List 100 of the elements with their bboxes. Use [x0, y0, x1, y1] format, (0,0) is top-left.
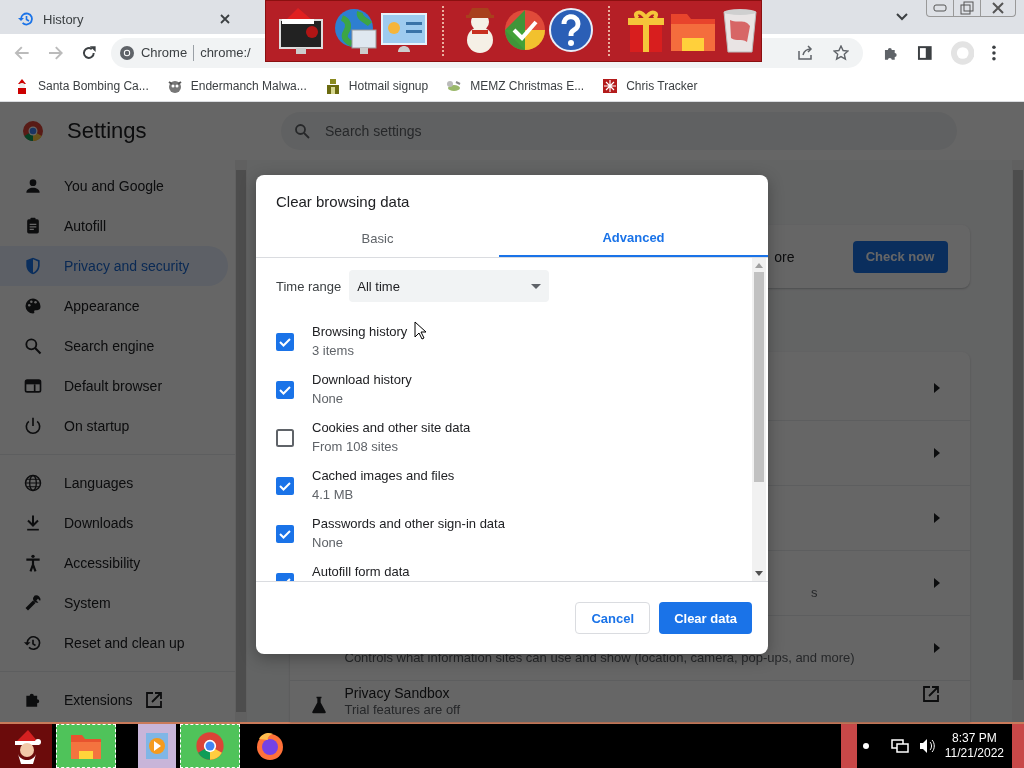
external-link-icon[interactable] — [921, 685, 940, 703]
checkbox[interactable] — [276, 381, 294, 399]
star-icon[interactable] — [833, 44, 850, 61]
check-now-button[interactable]: Check now — [852, 240, 948, 273]
checkbox[interactable] — [276, 525, 294, 543]
clock-date[interactable]: 11/21/2022 — [944, 746, 1004, 761]
arrow-right-icon[interactable] — [933, 382, 940, 393]
checkbox[interactable] — [276, 429, 294, 447]
power-icon — [23, 416, 43, 436]
option-label: Passwords and other sign-in data — [312, 516, 505, 532]
tab-title: History — [43, 11, 85, 27]
palette-icon — [23, 296, 43, 316]
chrome-logo-icon — [22, 120, 44, 142]
row-title: Privacy Sandbox — [344, 685, 451, 702]
restore-icon[interactable] — [960, 1, 974, 15]
search-icon — [294, 123, 310, 139]
option-detail: 4.1 MB — [312, 486, 355, 504]
option-label: Cookies and other site data — [312, 420, 471, 436]
creature-icon — [166, 78, 183, 94]
search-icon — [23, 336, 43, 356]
side-panel-icon[interactable] — [917, 44, 933, 61]
minimize-icon[interactable] — [933, 4, 947, 12]
scroll-up-icon[interactable] — [755, 263, 763, 268]
bookmark[interactable]: Hotmail signup — [324, 78, 429, 94]
sparkle-icon — [602, 78, 619, 94]
scroll-down-icon[interactable] — [755, 571, 763, 576]
browser-icon — [23, 376, 43, 396]
scrollbar[interactable] — [1012, 160, 1024, 722]
arrow-right-icon[interactable] — [933, 643, 940, 653]
scrollbar[interactable] — [752, 258, 766, 581]
bookmark[interactable]: MEMZ Christmas E... — [446, 78, 585, 94]
dot-icon — [862, 743, 869, 749]
cursor-icon — [414, 321, 426, 340]
figure-icon — [324, 78, 341, 94]
checkbox[interactable] — [276, 333, 294, 351]
option-label: Cached images and files — [312, 468, 455, 484]
dialog-tab[interactable]: Basic — [256, 220, 499, 257]
field-label: Time range — [276, 278, 342, 294]
nav-item[interactable]: Downloads — [0, 503, 228, 543]
scrollbar[interactable] — [235, 160, 247, 722]
nav-item[interactable]: Reset and clean up — [0, 623, 228, 663]
tray-block-icon — [840, 724, 857, 768]
chrome-logo-icon — [118, 44, 135, 61]
search-field[interactable]: Search settings — [281, 112, 957, 150]
nav-item[interactable]: Search engine — [0, 326, 228, 366]
nav-item[interactable]: Accessibility — [0, 543, 228, 583]
bookmark[interactable]: Endermanch Malwa... — [166, 78, 307, 94]
wrench-icon — [23, 593, 43, 613]
taskbar-figure-icon[interactable] — [0, 724, 52, 768]
nav-item[interactable]: Autofill — [0, 206, 228, 246]
clock-time[interactable]: 8:37 PM — [952, 731, 997, 746]
option-detail: None — [312, 390, 345, 408]
network-icon[interactable] — [890, 738, 909, 754]
close-icon[interactable] — [991, 2, 1005, 14]
person-icon — [23, 176, 43, 196]
history-icon — [18, 11, 34, 27]
accessibility-icon — [23, 553, 43, 573]
nav-item[interactable]: Languages — [0, 463, 228, 503]
row-description: s — [810, 585, 819, 601]
nav-item[interactable]: System — [0, 583, 228, 623]
taskbar-folder-icon[interactable] — [56, 724, 116, 768]
dialog-tab[interactable]: Advanced — [499, 220, 768, 257]
row-description: Trial features are off — [344, 702, 462, 718]
card-text: ore — [774, 248, 795, 265]
url-text: chrome:/ — [200, 45, 251, 60]
browser-tab[interactable]: History — [8, 4, 240, 34]
option-detail: 3 items — [312, 342, 355, 360]
chevron-down-icon[interactable] — [896, 13, 908, 21]
nav-item[interactable]: Default browser — [0, 366, 228, 406]
bookmark[interactable]: Chris Tracker — [602, 78, 698, 94]
nav-item[interactable]: Appearance — [0, 286, 228, 326]
nav-item[interactable]: On startup — [0, 406, 228, 446]
reload-icon[interactable] — [81, 44, 97, 61]
history-icon — [23, 633, 43, 653]
time-range-select[interactable]: All time — [349, 270, 550, 302]
option-detail: None — [312, 534, 345, 552]
nav-item[interactable]: You and Google — [0, 166, 228, 206]
globe-icon[interactable] — [332, 6, 380, 56]
nav-item[interactable]: Privacy and security — [0, 246, 228, 286]
arrow-right-icon[interactable] — [933, 513, 940, 523]
settings-title: Settings — [67, 118, 148, 144]
nav-item[interactable]: Extensions — [0, 680, 228, 720]
dialog-title: Clear browsing data — [275, 192, 411, 212]
globe-icon — [23, 473, 43, 493]
arrow-right-icon[interactable] — [933, 448, 940, 458]
cancel-button[interactable]: Cancel — [575, 602, 651, 634]
bookmark[interactable]: Santa Bombing Ca... — [14, 78, 149, 94]
site-label: Chrome — [140, 45, 188, 60]
taskbar-chrome-icon[interactable] — [180, 724, 240, 768]
arrow-right-icon[interactable] — [933, 578, 940, 588]
close-icon[interactable] — [220, 14, 230, 24]
menu-icon[interactable] — [992, 44, 996, 61]
speaker-icon[interactable] — [918, 738, 935, 754]
shield-icon — [23, 256, 43, 276]
clear-data-button[interactable]: Clear data — [659, 602, 752, 634]
caret-icon — [531, 283, 542, 289]
creature-icon — [446, 78, 463, 94]
option-label: Download history — [312, 372, 412, 388]
option-label: Autofill form data — [312, 564, 410, 580]
checkbox[interactable] — [276, 477, 294, 495]
